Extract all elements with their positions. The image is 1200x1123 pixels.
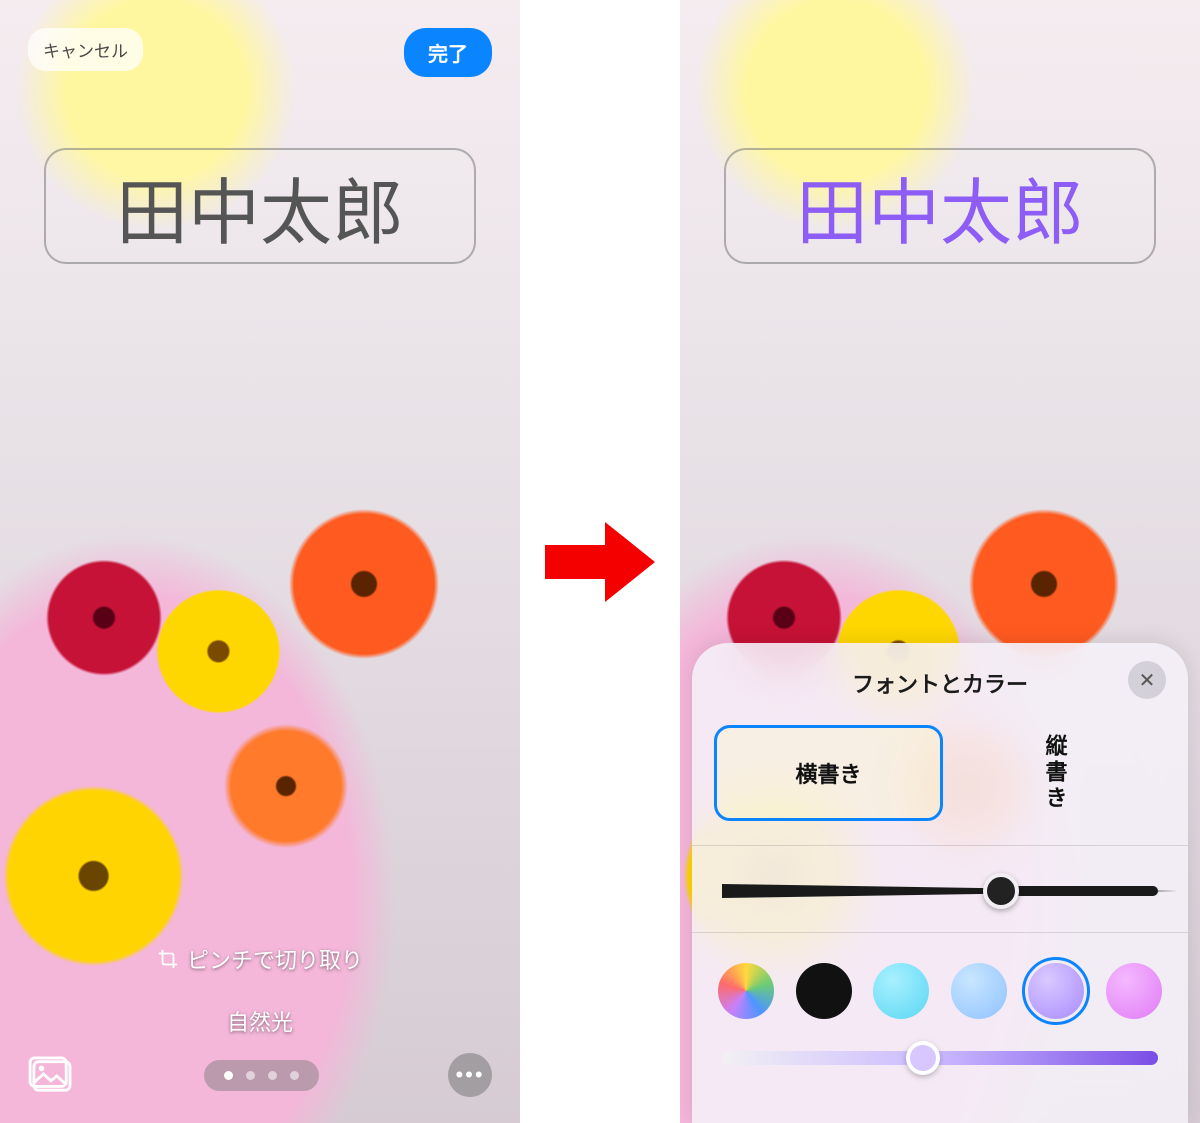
editor-screen-before: キャンセル 完了 田中太郎 ピンチで切り取り 自然光 ••• bbox=[0, 0, 520, 1123]
crop-hint: ピンチで切り取り bbox=[0, 943, 520, 975]
slider-knob[interactable] bbox=[906, 1041, 940, 1075]
contact-name-field[interactable]: 田中太郎 bbox=[44, 148, 476, 264]
font-weight-slider[interactable] bbox=[692, 850, 1188, 928]
bottom-toolbar: ••• bbox=[0, 1053, 520, 1097]
slider-track bbox=[722, 884, 1158, 898]
contact-name-text: 田中太郎 bbox=[796, 154, 1084, 259]
orientation-horizontal-button[interactable]: 横書き bbox=[714, 725, 943, 821]
separator bbox=[692, 932, 1188, 933]
close-button[interactable]: ✕ bbox=[1128, 661, 1166, 699]
separator bbox=[692, 845, 1188, 846]
ellipsis-icon: ••• bbox=[455, 1062, 484, 1088]
orientation-row: 横書き 縦書き bbox=[692, 717, 1188, 841]
filter-label[interactable]: 自然光 bbox=[0, 1005, 520, 1037]
color-swatch-pink[interactable] bbox=[1106, 963, 1162, 1019]
page-dot bbox=[246, 1071, 255, 1080]
color-swatch-cyan[interactable] bbox=[873, 963, 929, 1019]
color-swatch-rainbow[interactable] bbox=[718, 963, 774, 1019]
contact-name-text: 田中太郎 bbox=[116, 154, 404, 259]
page-indicator[interactable] bbox=[204, 1060, 319, 1091]
panel-title: フォントとカラー ✕ bbox=[692, 663, 1188, 717]
arrow-icon bbox=[545, 517, 655, 607]
color-swatch-row bbox=[692, 937, 1188, 1031]
close-icon: ✕ bbox=[1139, 668, 1156, 693]
page-dot bbox=[224, 1071, 233, 1080]
gallery-icon[interactable] bbox=[28, 1056, 74, 1094]
color-swatch-black[interactable] bbox=[796, 963, 852, 1019]
crop-icon bbox=[157, 948, 179, 970]
done-button[interactable]: 完了 bbox=[404, 28, 492, 77]
more-button[interactable]: ••• bbox=[448, 1053, 492, 1097]
cancel-button[interactable]: キャンセル bbox=[28, 28, 143, 71]
page-dot bbox=[290, 1071, 299, 1080]
contact-name-field[interactable]: 田中太郎 bbox=[724, 148, 1156, 264]
font-color-panel: フォントとカラー ✕ 横書き 縦書き bbox=[692, 643, 1188, 1123]
editor-screen-after: 田中太郎 フォントとカラー ✕ 横書き 縦書き bbox=[680, 0, 1200, 1123]
slider-knob[interactable] bbox=[983, 873, 1019, 909]
slider-track bbox=[722, 1051, 1158, 1065]
color-swatch-purple[interactable] bbox=[1028, 963, 1084, 1019]
page-dot bbox=[268, 1071, 277, 1080]
orientation-vertical-button[interactable]: 縦書き bbox=[943, 725, 1166, 821]
hue-slider[interactable] bbox=[692, 1031, 1188, 1095]
color-swatch-lightblue[interactable] bbox=[951, 963, 1007, 1019]
